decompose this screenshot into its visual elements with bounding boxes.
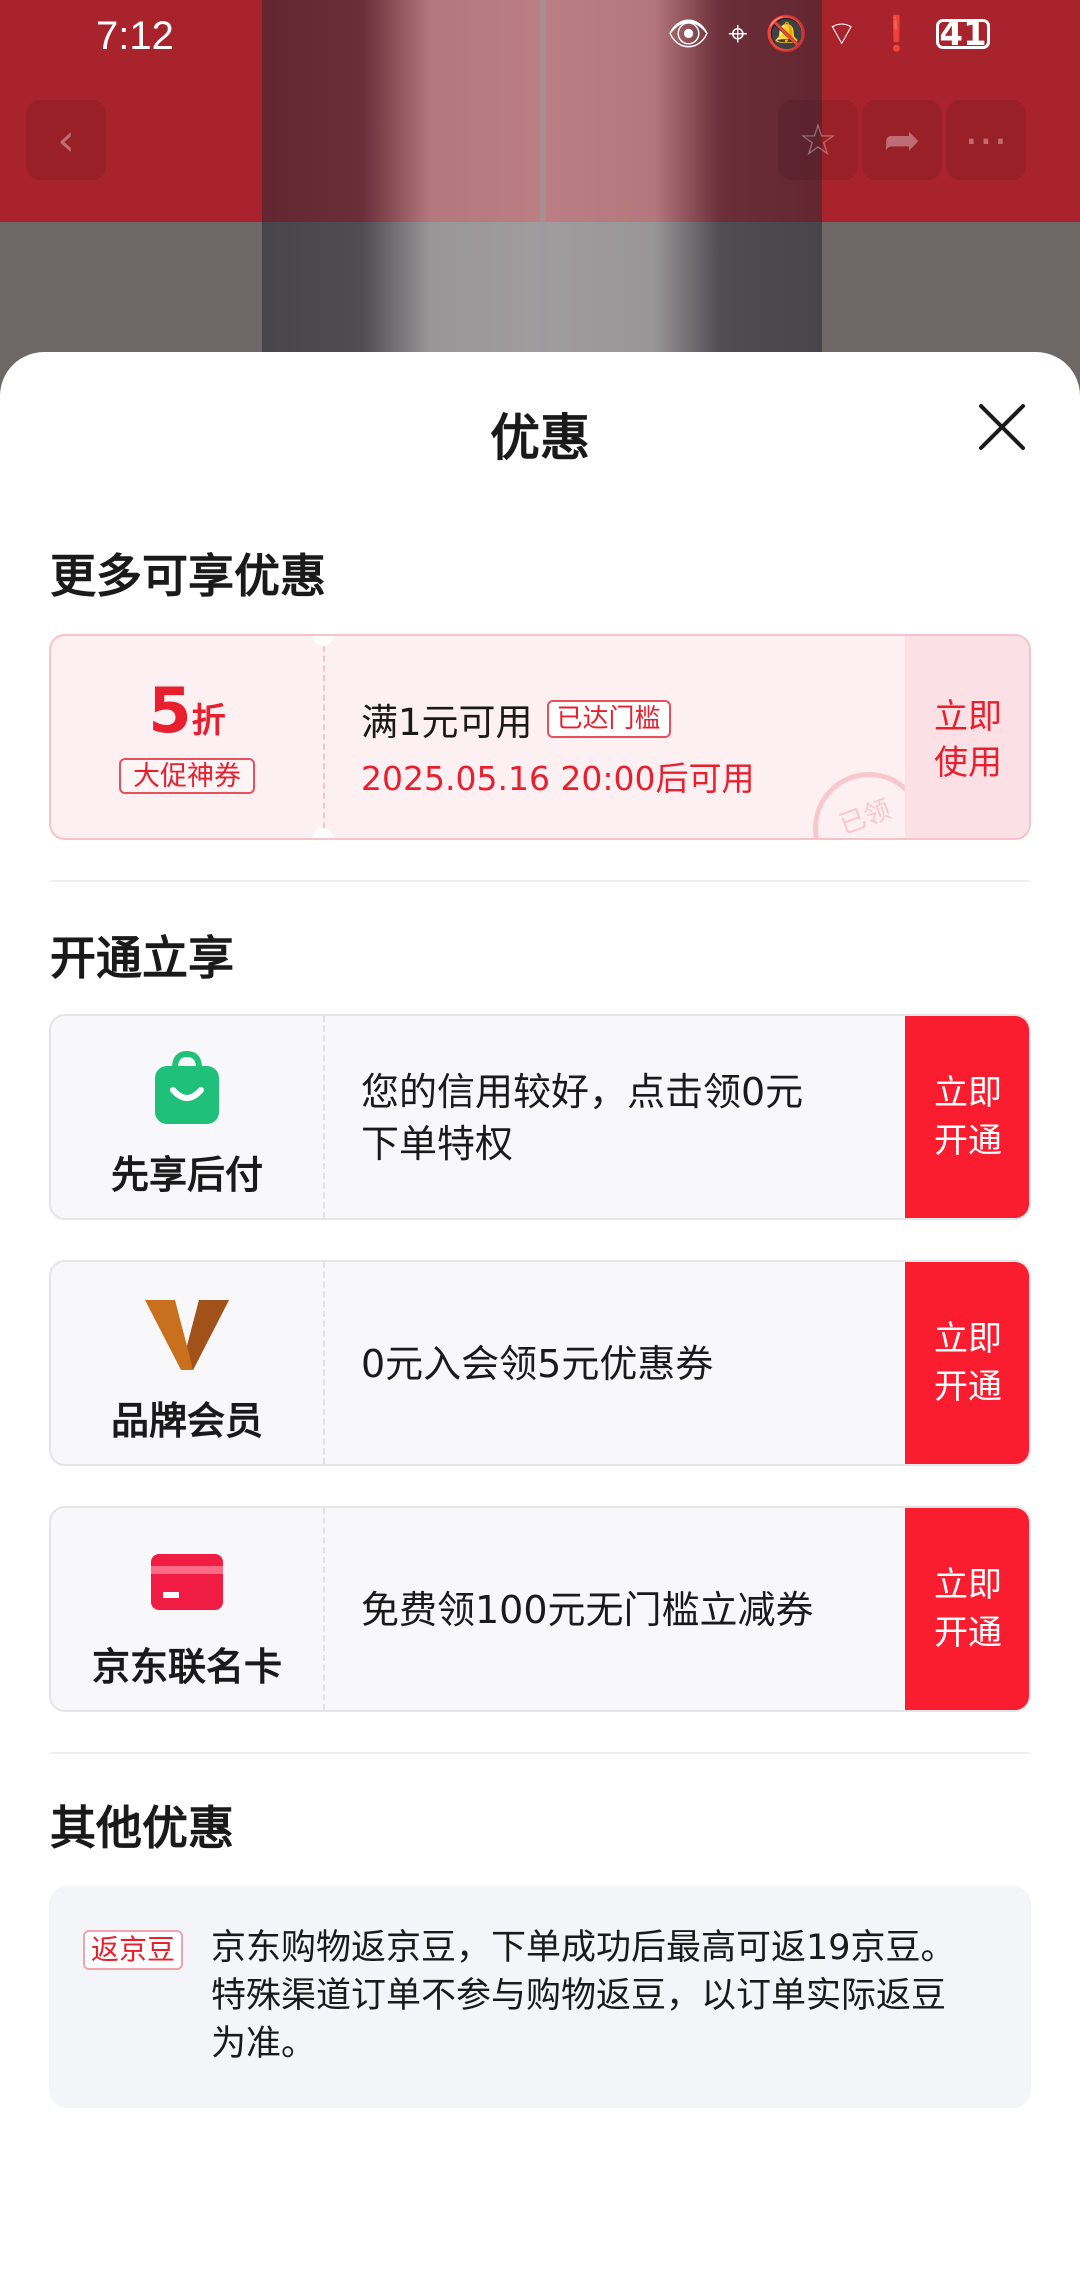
activate-button-label: 立即 开通 [934,1315,1002,1411]
service-card-brand-member[interactable]: 品牌会员 0元入会领5元优惠券 立即 开通 [49,1260,1031,1466]
status-icons: 👁 ⌖ 🔕 ⌔ ❗ 41 [667,14,990,54]
service-description-line1: 您的信用较好，点击领0元 [361,1070,804,1114]
section-title-more-offers: 更多可享优惠 [50,549,326,603]
eye-icon: 👁 [667,14,711,54]
more-icon[interactable]: ⋯ [946,100,1026,180]
alert-icon: ❗ [875,14,918,54]
sheet-title: 优惠 [490,409,590,467]
activate-button-line2: 开通 [934,1367,1002,1407]
activate-button-line2: 开通 [934,1613,1002,1653]
coupon-value-area: 5折 大促神券 [51,636,323,838]
coupon-value-number: 5 [148,674,192,747]
service-card-pay-later[interactable]: 先享后付 您的信用较好，点击领0元 下单特权 立即 开通 [49,1014,1031,1220]
section-title-open: 开通立享 [50,931,234,985]
service-description-line2: 下单特权 [361,1122,514,1166]
activate-button-line1: 立即 [934,1073,1002,1113]
jd-bean-offer: 返京豆 京东购物返京豆，下单成功后最高可返19京豆。特殊渠道订单不参与购物返豆，… [49,1886,1031,2108]
section-divider [50,880,1030,882]
service-name: 品牌会员 [110,1399,263,1443]
battery-icon: 41 [936,14,990,54]
jd-bean-tag: 返京豆 [83,1930,184,1970]
coupon-separator [323,636,325,838]
jd-bean-description: 京东购物返京豆，下单成功后最高可返19京豆。特殊渠道订单不参与购物返豆，以订单实… [211,1928,956,2064]
use-coupon-label: 立即 使用 [905,694,1029,786]
coupon-value: 5折 [51,674,323,747]
coupon-type-tag: 大促神券 [119,758,255,794]
service-brand: 品牌会员 [51,1262,323,1464]
credit-card-icon [151,1554,223,1610]
section-divider [50,1752,1030,1754]
service-separator [323,1016,325,1218]
coupon-info: 满1元可用 已达门槛 2025.05.16 20:00后可用 [361,692,755,800]
offers-sheet: 优惠 更多可享优惠 5折 大促神券 满1元可用 已达门槛 2025.05.16 … [0,352,1080,2280]
wifi-icon: ⌔ [825,14,858,54]
activate-button[interactable]: 立即 开通 [905,1508,1029,1710]
use-coupon-button[interactable]: 立即 使用 [905,636,1029,838]
coupon-condition-row: 满1元可用 已达门槛 [361,692,755,746]
coupon-notch-bottom [313,828,333,838]
section-title-other-offers: 其他优惠 [50,1801,234,1855]
service-description: 您的信用较好，点击领0元 下单特权 [361,1066,881,1170]
cart-icon[interactable]: ☆ [778,100,858,180]
activate-button-line1: 立即 [934,1565,1002,1605]
status-bar: 7:12 👁 ⌖ 🔕 ⌔ ❗ 41 [0,0,1080,72]
coupon-valid-date: 2025.05.16 20:00后可用 [361,759,755,798]
service-card-jd-card[interactable]: 京东联名卡 免费领100元无门槛立减券 立即 开通 [49,1506,1031,1712]
coupon-threshold-badge: 已达门槛 [546,700,671,738]
service-description: 免费领100元无门槛立减券 [361,1588,814,1632]
activate-button-line1: 立即 [934,1319,1002,1359]
coupon-condition: 满1元可用 [361,701,533,744]
share-icon[interactable]: ➦ [862,100,942,180]
shopping-bag-icon [155,1050,219,1124]
activate-button-label: 立即 开通 [934,1561,1002,1657]
activate-button[interactable]: 立即 开通 [905,1016,1029,1218]
use-coupon-label-line2: 使用 [934,743,1002,783]
activate-button[interactable]: 立即 开通 [905,1262,1029,1464]
activate-button-line2: 开通 [934,1121,1002,1161]
service-name: 先享后付 [110,1153,263,1197]
service-brand: 先享后付 [51,1016,323,1218]
status-time: 7:12 [96,14,174,58]
close-icon[interactable] [975,400,1029,454]
battery-level: 41 [939,14,987,54]
brand-v-icon [145,1300,229,1370]
use-coupon-label-line1: 立即 [934,697,1002,737]
back-icon[interactable]: ‹ [26,100,106,180]
coupon-card[interactable]: 5折 大促神券 满1元可用 已达门槛 2025.05.16 20:00后可用 已… [49,634,1031,840]
service-separator [323,1508,325,1710]
location-icon: ⌖ [728,14,748,54]
service-brand: 京东联名卡 [51,1508,323,1710]
service-separator [323,1262,325,1464]
service-name: 京东联名卡 [91,1645,282,1689]
service-description: 0元入会领5元优惠券 [361,1342,714,1386]
activate-button-label: 立即 开通 [934,1069,1002,1165]
bell-off-icon: 🔕 [765,14,808,54]
product-nav-bar: ‹ ☆ ➦ ⋯ [0,100,1080,190]
coupon-value-unit: 折 [191,701,226,741]
